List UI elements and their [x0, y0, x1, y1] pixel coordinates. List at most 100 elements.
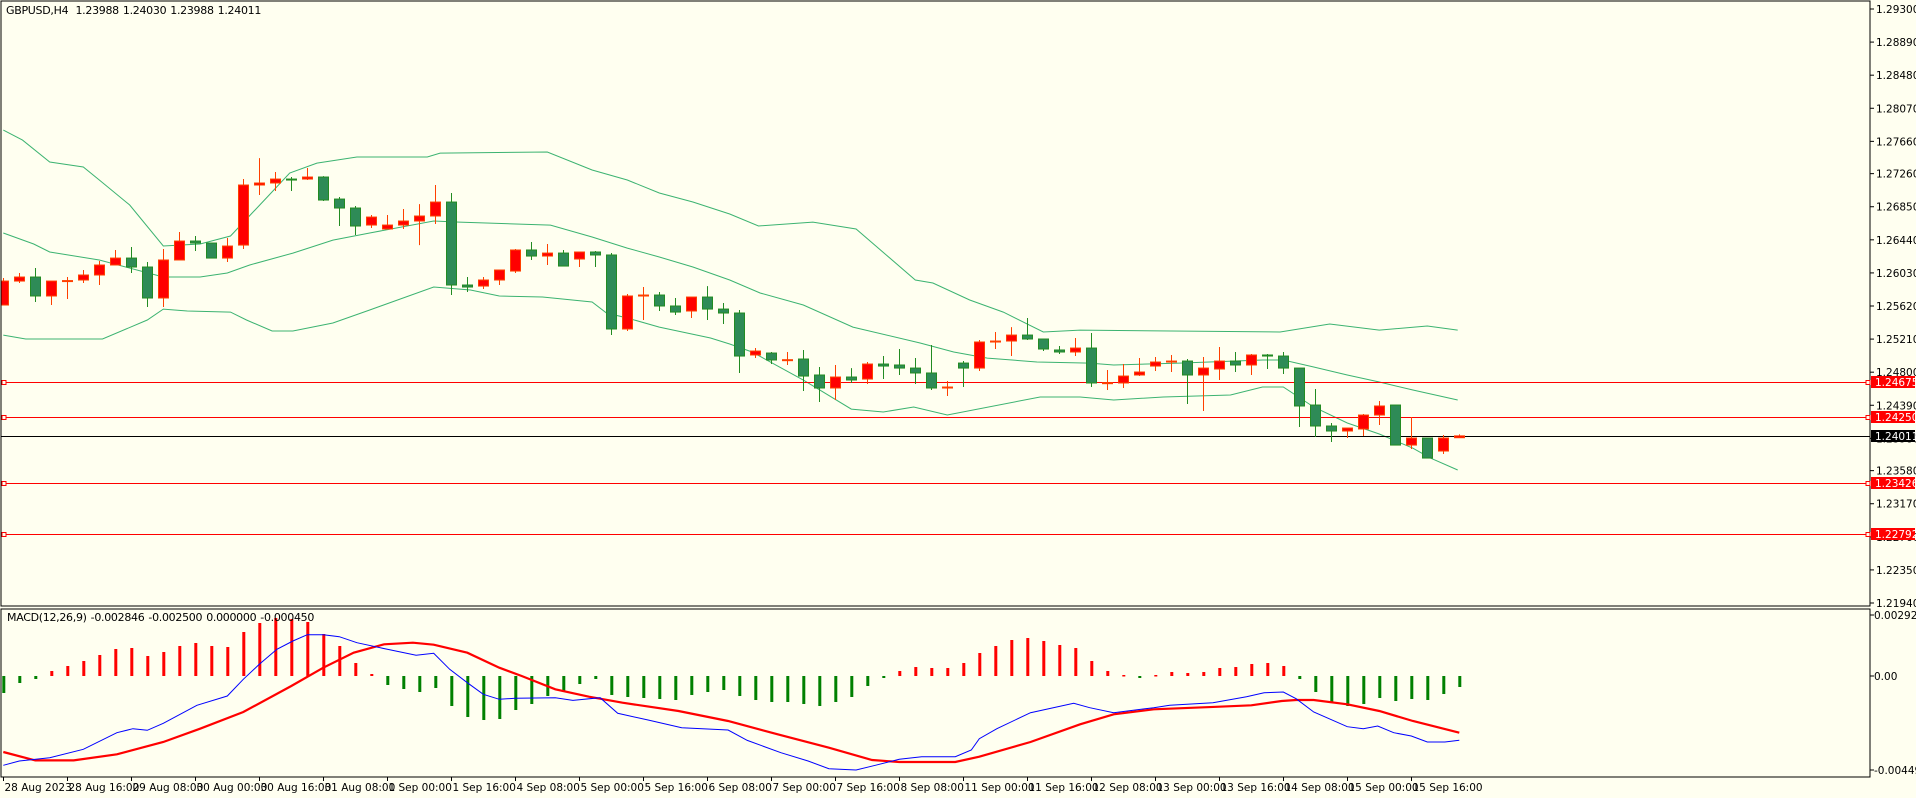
chart-background	[0, 0, 1916, 798]
macd-histogram-bar	[674, 676, 678, 700]
macd-histogram-bar	[658, 676, 662, 699]
candle-body	[846, 376, 857, 381]
macd-histogram-bar	[210, 646, 214, 676]
candle-body	[718, 308, 729, 314]
macd-histogram-bar	[1426, 676, 1430, 700]
candle-body	[1198, 367, 1209, 376]
level-price-label: 1.23426	[1875, 478, 1916, 490]
macd-histogram-bar	[1458, 676, 1462, 687]
candle-body	[30, 276, 41, 297]
macd-histogram-bar	[482, 676, 486, 720]
level-anchor-right[interactable]	[1865, 415, 1871, 420]
level-price-label: 1.24011	[1875, 431, 1916, 443]
candle-body	[1390, 404, 1401, 446]
candle-body	[1406, 437, 1417, 446]
macd-histogram-bar	[978, 653, 982, 676]
macd-histogram-bar	[370, 674, 374, 676]
macd-histogram-bar	[962, 663, 966, 676]
candle-body	[638, 294, 649, 297]
macd-tick-label: -0.004492	[1874, 765, 1916, 777]
candle-body	[318, 176, 329, 201]
macd-histogram-bar	[2, 676, 6, 693]
level-anchor-left[interactable]	[1, 481, 7, 486]
macd-histogram-bar	[66, 666, 70, 676]
macd-histogram-bar	[834, 676, 838, 702]
close-value: 1.24011	[217, 4, 262, 17]
macd-histogram-bar	[994, 646, 998, 676]
macd-histogram-bar	[690, 676, 694, 695]
candle-body	[1438, 437, 1449, 452]
macd-histogram-bar	[578, 676, 582, 684]
macd-histogram-bar	[1042, 641, 1046, 676]
candle-body	[606, 254, 617, 330]
candle-body	[1342, 427, 1353, 432]
level-anchor-right[interactable]	[1865, 380, 1871, 385]
chart-header: GBPUSD,H4 1.23988 1.24030 1.23988 1.24011	[6, 4, 265, 17]
price-tick-label: 1.28480	[1876, 70, 1916, 82]
level-anchor-right[interactable]	[1865, 532, 1871, 537]
candle-body	[414, 215, 425, 222]
macd-histogram-bar	[1266, 663, 1270, 676]
candle-body	[174, 240, 185, 261]
macd-histogram-bar	[1154, 675, 1158, 677]
low-value: 1.23988	[170, 4, 214, 17]
candle-body	[1150, 361, 1161, 367]
candle-body	[654, 294, 665, 307]
macd-histogram-bar	[1106, 671, 1110, 676]
macd-histogram-bar	[1362, 676, 1366, 704]
time-tick-label: 15 Sep 00:00	[1349, 782, 1419, 794]
candle-body	[1246, 354, 1257, 366]
macd-histogram-bar	[738, 676, 742, 696]
price-tick-label: 1.26030	[1876, 268, 1916, 280]
candle-body	[1454, 435, 1465, 439]
bull-candle	[510, 249, 521, 273]
macd-histogram-bar	[178, 646, 182, 676]
price-tick-label: 1.21940	[1876, 598, 1916, 610]
macd-histogram-bar	[1010, 640, 1014, 676]
candle-body	[302, 176, 313, 180]
level-anchor-right[interactable]	[1865, 481, 1871, 486]
level-price-label: 1.24250	[1875, 412, 1916, 424]
candle-body	[1326, 425, 1337, 432]
time-tick-label: 29 Aug 08:00	[133, 782, 204, 794]
candle-body	[894, 364, 905, 369]
macd-histogram-bar	[514, 676, 518, 710]
macd-histogram-bar	[754, 676, 758, 700]
candle-body	[798, 358, 809, 377]
candle-body	[990, 340, 1001, 343]
macd-histogram-bar	[82, 661, 86, 676]
price-tick-label: 1.23580	[1876, 466, 1916, 478]
time-tick-label: 30 Aug 16:00	[261, 782, 332, 794]
macd-value-3: 0.000000	[206, 611, 257, 624]
candle-body	[622, 295, 633, 330]
macd-histogram-bar	[146, 656, 150, 676]
macd-header: MACD(12,26,9) -0.002846 -0.002500 0.000000-…	[7, 611, 318, 624]
chart-canvas[interactable]: 1.29300 1.28890 1.28480 1.28070 1.27660 1.272…	[0, 0, 1916, 798]
candle-body	[878, 363, 889, 367]
macd-histogram-bar	[642, 676, 646, 698]
candle-body	[1422, 437, 1433, 459]
macd-histogram-bar	[1314, 676, 1318, 692]
candle-body	[558, 252, 569, 267]
macd-tick-label: 0.002923	[1874, 610, 1916, 622]
macd-histogram-bar	[1170, 672, 1174, 676]
macd-histogram-bar	[1138, 676, 1142, 678]
macd-histogram-bar	[1026, 638, 1030, 676]
level-anchor-left[interactable]	[1, 532, 7, 537]
level-anchor-left[interactable]	[1, 380, 7, 385]
candle-body	[78, 274, 89, 281]
macd-histogram-bar	[1234, 667, 1238, 676]
candle-body	[1230, 360, 1241, 366]
candle-body	[1182, 360, 1193, 376]
candle-body	[1118, 375, 1129, 384]
macd-histogram-bar	[194, 643, 198, 676]
candle-body	[814, 374, 825, 389]
candle-body	[1102, 382, 1113, 385]
candle-body	[926, 372, 937, 389]
candle-body	[254, 182, 265, 186]
level-anchor-left[interactable]	[1, 415, 7, 420]
macd-histogram-bar	[402, 676, 406, 689]
candle-body	[1070, 347, 1081, 353]
candle-body	[478, 279, 489, 287]
macd-tick-label: 0.00	[1874, 671, 1897, 683]
